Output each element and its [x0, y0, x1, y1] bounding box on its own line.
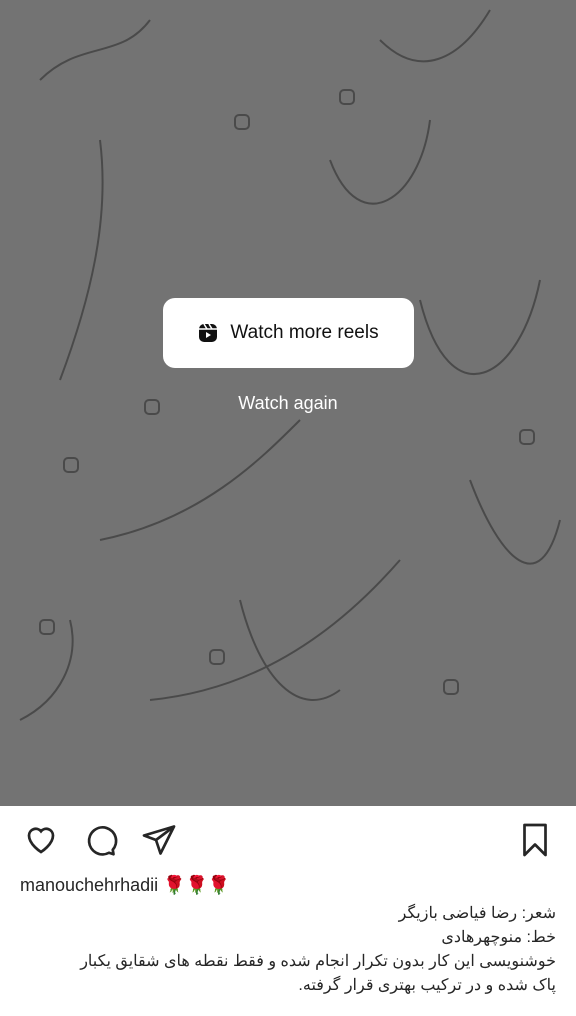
comment-icon[interactable] — [82, 822, 118, 858]
caption-line: پاک شده و در ترکیب بهتری قرار گرفته. — [298, 977, 556, 994]
caption-line: خط: منوچهرهادی — [441, 929, 556, 946]
post-username-row: manouchehrhadii 🌹🌹🌹 — [20, 875, 230, 896]
username-link[interactable]: manouchehrhadii — [20, 875, 158, 895]
watch-more-reels-label: Watch more reels — [230, 322, 379, 343]
post-actions — [0, 822, 576, 862]
share-send-icon[interactable] — [141, 822, 177, 858]
post-caption: شعر: رضا فیاضی بازیگر خط: منوچهرهادی خوش… — [20, 902, 556, 998]
reel-video[interactable]: Watch more reels Watch again — [0, 0, 576, 806]
save-bookmark-icon[interactable] — [517, 822, 553, 858]
caption-line: خوشنویسی این کار بدون تکرار انجام شده و … — [80, 953, 556, 970]
caption-line: شعر: رضا فیاضی بازیگر — [398, 905, 556, 922]
reels-icon — [199, 323, 218, 342]
rose-emojis: 🌹🌹🌹 — [163, 875, 231, 895]
like-heart-icon[interactable] — [22, 822, 60, 858]
watch-again-button[interactable]: Watch again — [0, 393, 576, 414]
watch-more-reels-button[interactable]: Watch more reels — [163, 298, 414, 368]
